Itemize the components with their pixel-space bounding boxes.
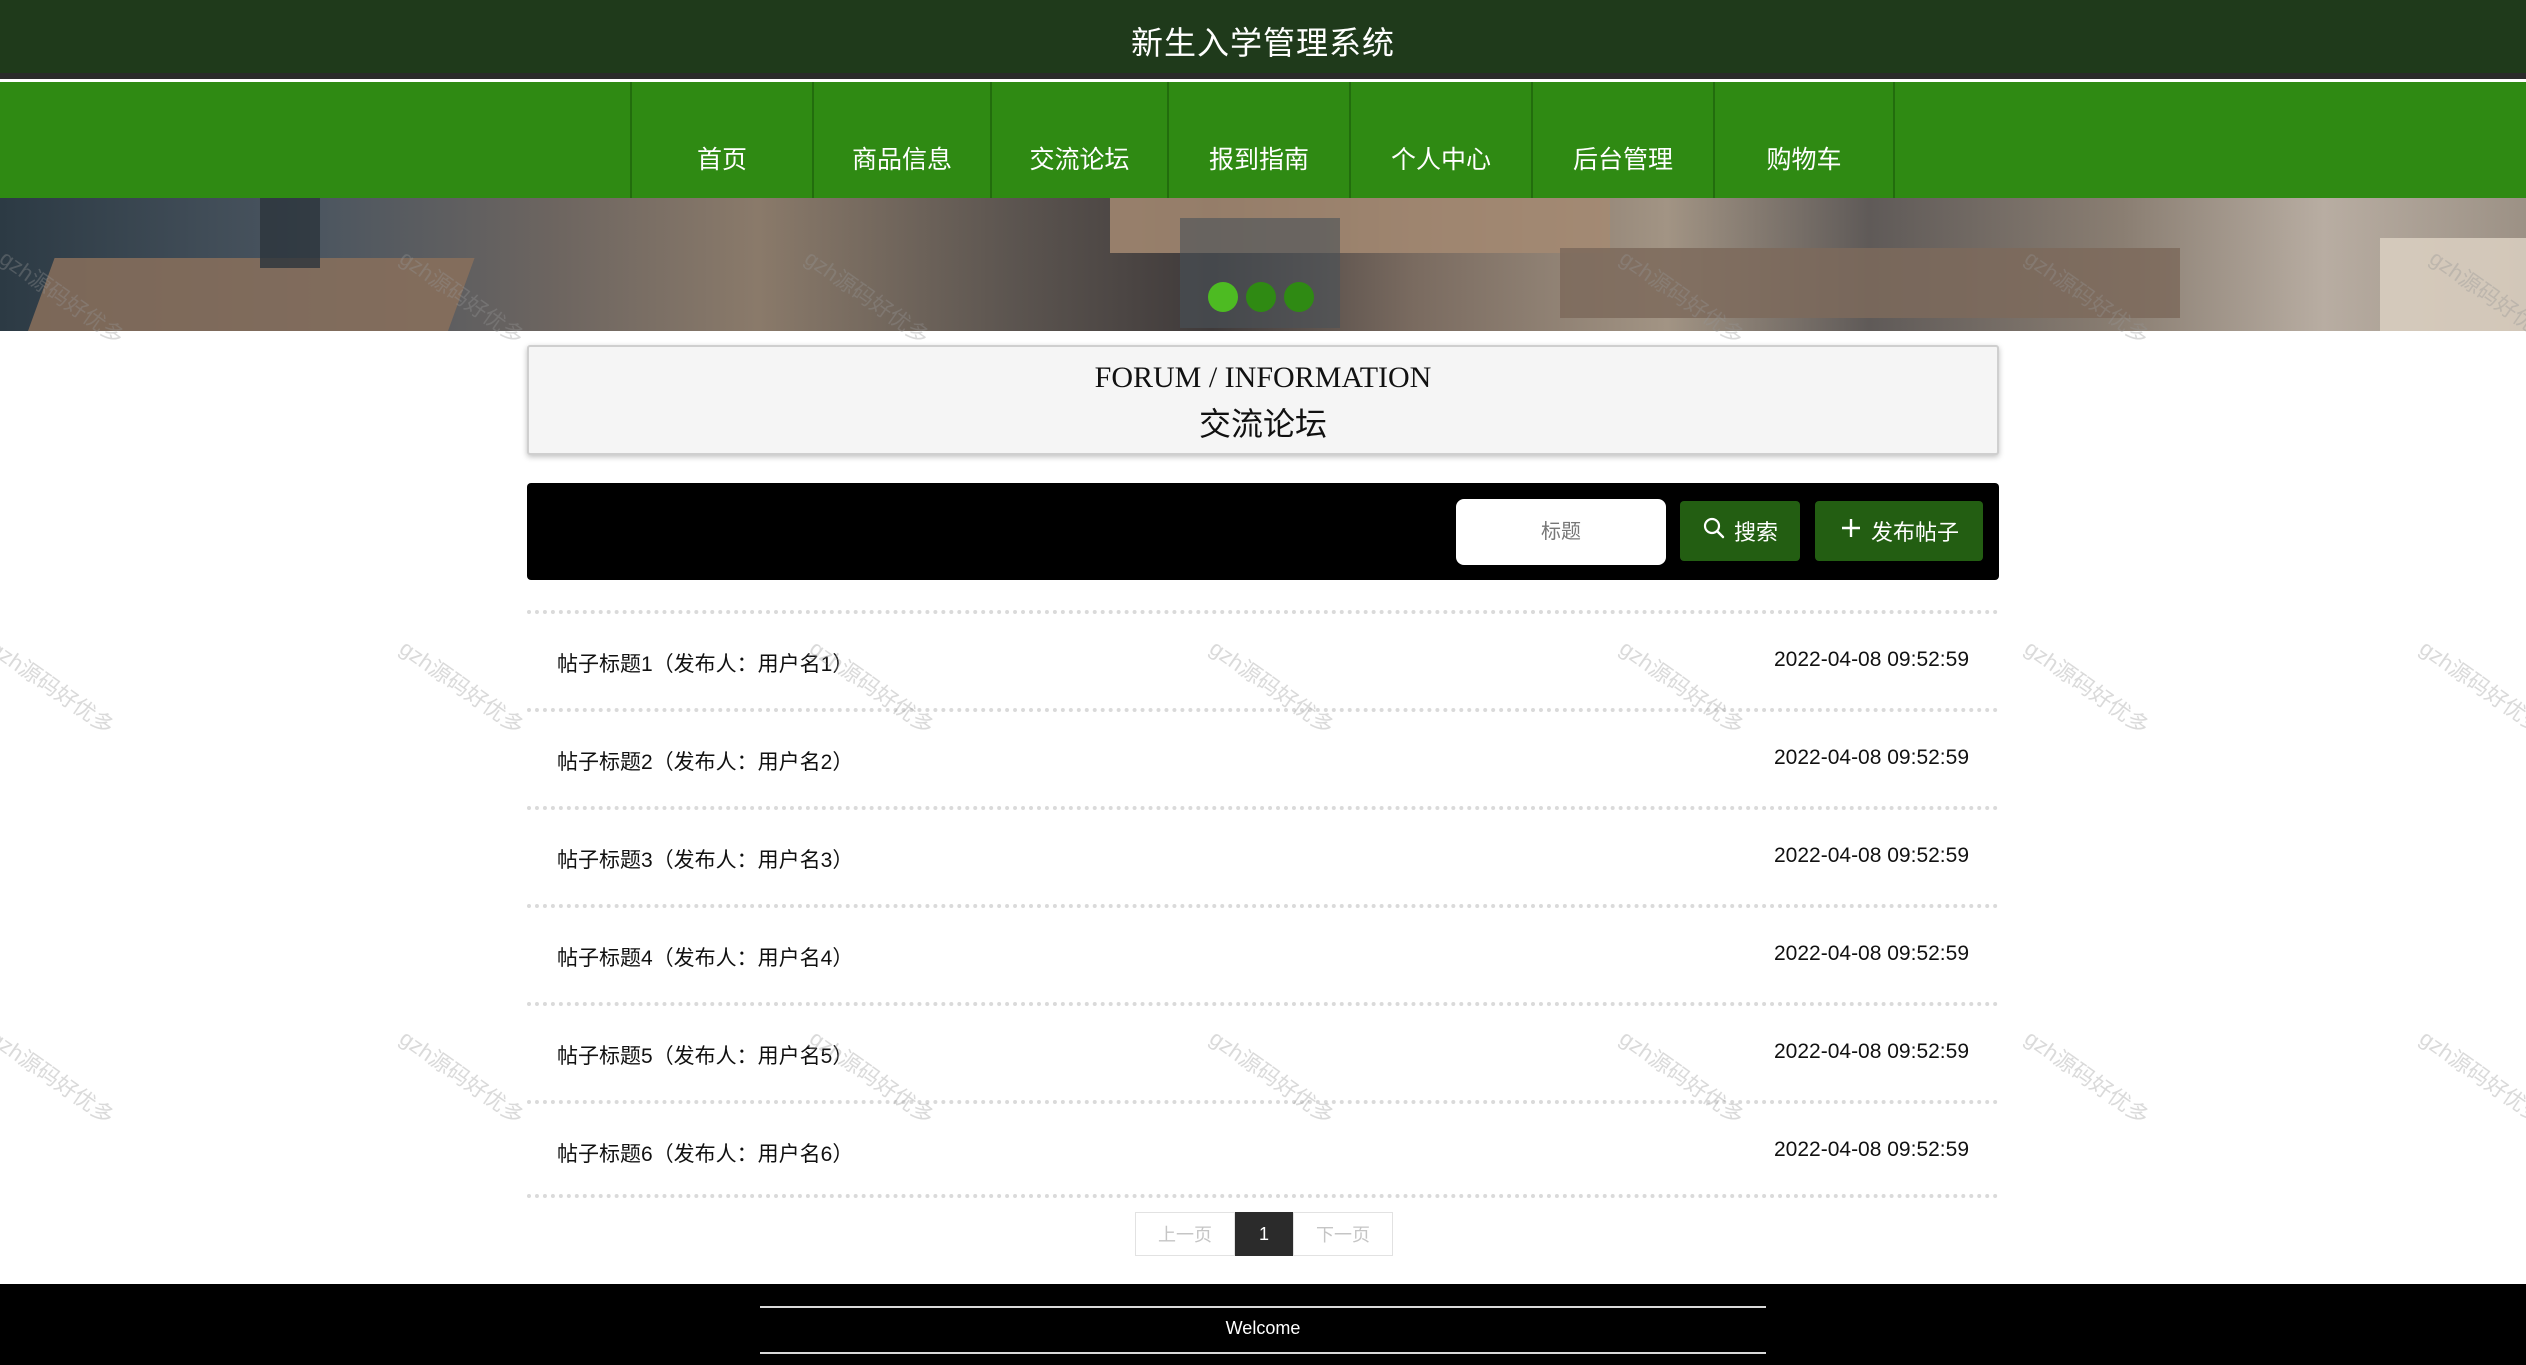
footer: Welcome: [0, 1284, 2526, 1365]
search-input[interactable]: [1456, 499, 1666, 565]
watermark: gzh源码好优多: [2415, 635, 2526, 740]
next-page-button[interactable]: 下一页: [1293, 1212, 1393, 1256]
post-button[interactable]: 发布帖子: [1815, 501, 1983, 561]
nav-item-home[interactable]: 首页: [630, 82, 812, 198]
carousel-dots: [1208, 282, 1314, 312]
search-button[interactable]: 搜索: [1680, 501, 1800, 561]
banner-carousel: [0, 198, 2526, 331]
nav-items: 首页 商品信息 交流论坛 报到指南 个人中心 后台管理 购物车: [630, 82, 1895, 198]
post-title[interactable]: 帖子标题4（发布人：用户名4）: [557, 942, 853, 972]
nav-item-profile[interactable]: 个人中心: [1349, 82, 1531, 198]
section-title-cn: 交流论坛: [1198, 406, 1327, 442]
section-title-en: FORUM / INFORMATION: [1094, 361, 1432, 394]
banner-desk: [2380, 238, 2526, 331]
banner-chair: [260, 198, 320, 268]
post-title[interactable]: 帖子标题6（发布人：用户名6）: [557, 1138, 853, 1168]
list-item[interactable]: 帖子标题5（发布人：用户名5） 2022-04-08 09:52:59: [527, 1002, 1999, 1100]
post-list: 帖子标题1（发布人：用户名1） 2022-04-08 09:52:59 帖子标题…: [527, 610, 1999, 1198]
pagination: 上一页 1 下一页: [1135, 1212, 1393, 1256]
list-item[interactable]: 帖子标题1（发布人：用户名1） 2022-04-08 09:52:59: [527, 610, 1999, 708]
post-time: 2022-04-08 09:52:59: [1774, 1040, 1969, 1063]
site-title: 新生入学管理系统: [1130, 25, 1395, 61]
post-title[interactable]: 帖子标题2（发布人：用户名2）: [557, 746, 853, 776]
watermark: gzh源码好优多: [2415, 1025, 2526, 1130]
watermark: gzh源码好优多: [2020, 1025, 2154, 1130]
post-time: 2022-04-08 09:52:59: [1774, 1138, 1969, 1161]
carousel-dot[interactable]: [1284, 282, 1314, 312]
post-time: 2022-04-08 09:52:59: [1774, 942, 1969, 965]
list-item[interactable]: 帖子标题3（发布人：用户名3） 2022-04-08 09:52:59: [527, 806, 1999, 904]
search-button-label: 搜索: [1733, 520, 1778, 545]
section-title-box: FORUM / INFORMATION 交流论坛: [527, 345, 1999, 455]
top-header: 新生入学管理系统: [0, 0, 2526, 79]
watermark: gzh源码好优多: [0, 1025, 119, 1130]
nav-item-admin[interactable]: 后台管理: [1531, 82, 1713, 198]
post-title[interactable]: 帖子标题5（发布人：用户名5）: [557, 1040, 853, 1070]
banner-desk: [1560, 248, 2180, 318]
nav-item-guide[interactable]: 报到指南: [1167, 82, 1349, 198]
prev-page-button[interactable]: 上一页: [1135, 1212, 1235, 1256]
watermark: gzh源码好优多: [2020, 635, 2154, 740]
post-time: 2022-04-08 09:52:59: [1774, 746, 1969, 769]
watermark: gzh源码好优多: [0, 635, 119, 740]
carousel-dot[interactable]: [1246, 282, 1276, 312]
post-title[interactable]: 帖子标题3（发布人：用户名3）: [557, 844, 853, 874]
page-number-button[interactable]: 1: [1235, 1212, 1293, 1256]
footer-divider: [760, 1352, 1766, 1354]
list-item[interactable]: 帖子标题2（发布人：用户名2） 2022-04-08 09:52:59: [527, 708, 1999, 806]
post-time: 2022-04-08 09:52:59: [1774, 648, 1969, 671]
watermark: gzh源码好优多: [395, 1025, 529, 1130]
main-nav: 首页 商品信息 交流论坛 报到指南 个人中心 后台管理 购物车: [0, 82, 2526, 198]
list-item[interactable]: 帖子标题6（发布人：用户名6） 2022-04-08 09:52:59: [527, 1100, 1999, 1198]
nav-item-cart[interactable]: 购物车: [1713, 82, 1895, 198]
search-bar: 搜索 发布帖子: [527, 483, 1999, 580]
footer-text: Welcome: [1225, 1318, 1301, 1338]
post-button-label: 发布帖子: [1870, 520, 1959, 545]
watermark: gzh源码好优多: [395, 635, 529, 740]
nav-item-goods[interactable]: 商品信息: [812, 82, 990, 198]
footer-divider: [760, 1306, 1766, 1308]
search-icon: [1702, 516, 1726, 546]
nav-item-forum[interactable]: 交流论坛: [990, 82, 1167, 198]
post-title[interactable]: 帖子标题1（发布人：用户名1）: [557, 648, 853, 678]
post-time: 2022-04-08 09:52:59: [1774, 844, 1969, 867]
banner-desk: [25, 258, 475, 331]
list-item[interactable]: 帖子标题4（发布人：用户名4） 2022-04-08 09:52:59: [527, 904, 1999, 1002]
plus-icon: [1839, 516, 1863, 546]
carousel-dot[interactable]: [1208, 282, 1238, 312]
